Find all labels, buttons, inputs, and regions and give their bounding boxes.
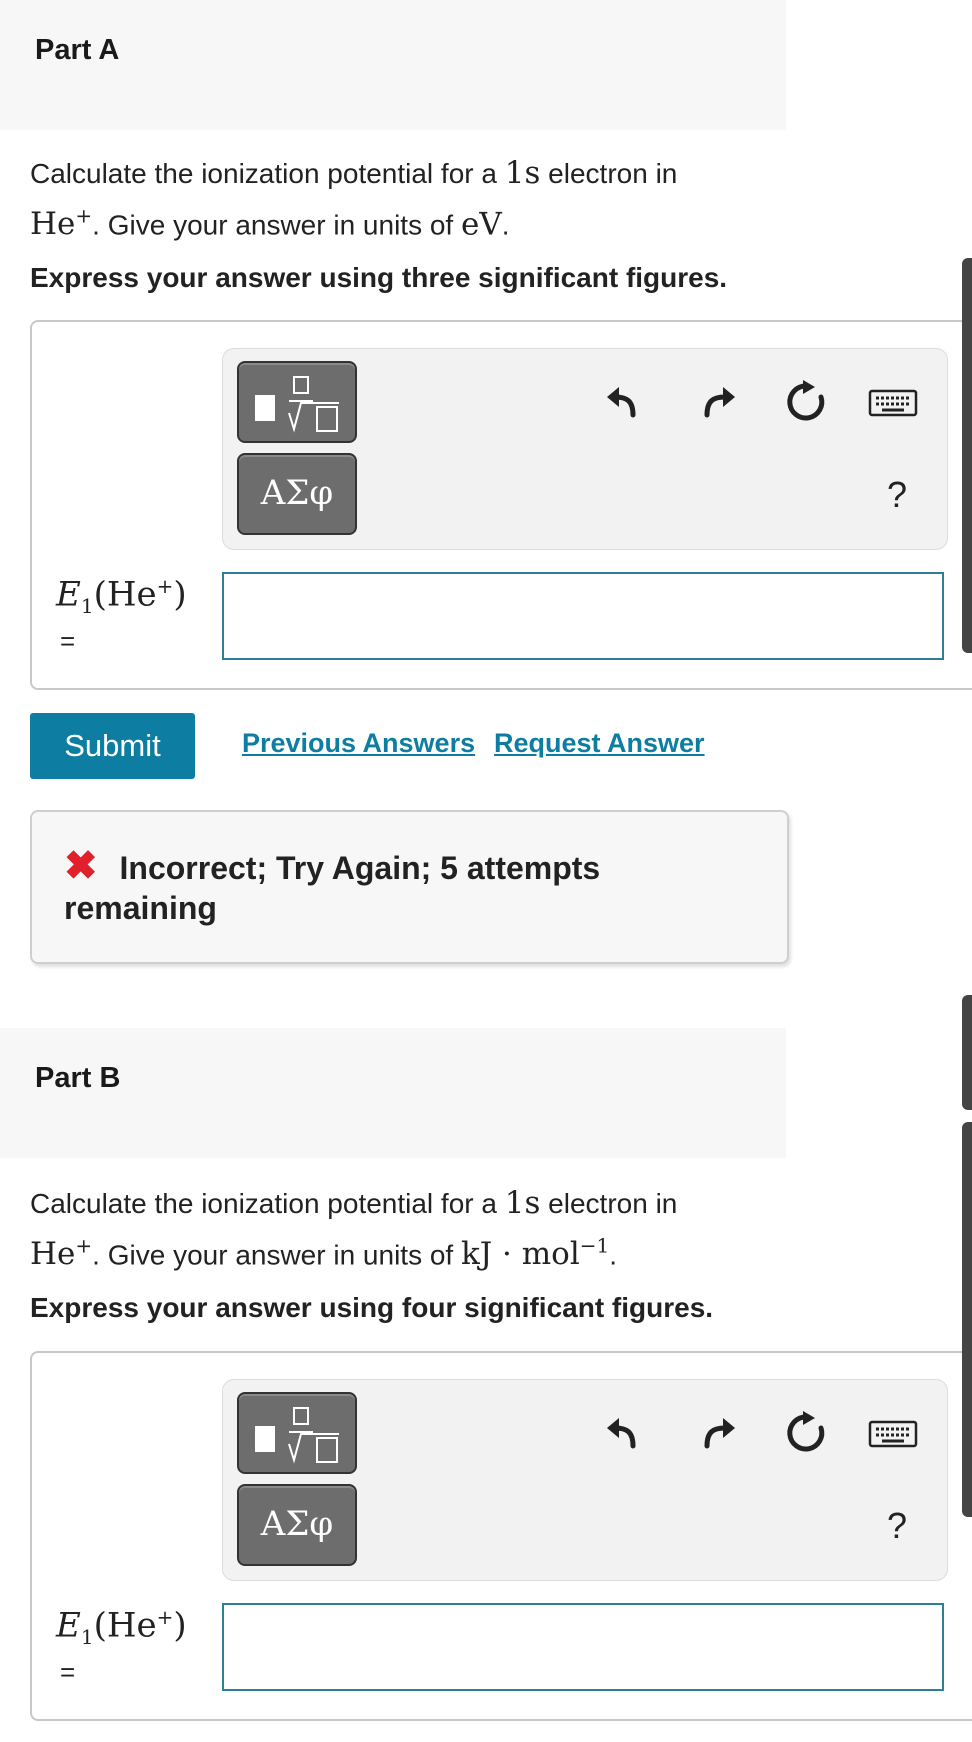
part-a-header: Part A	[0, 0, 786, 130]
part-a-instruction: Express your answer using three signific…	[30, 262, 728, 293]
part-a-question: Calculate the ionization potential for a…	[30, 155, 678, 243]
part-b-title: Part B	[35, 1062, 121, 1094]
x-mark-icon: ✖	[64, 844, 98, 888]
part-a-equals: =	[60, 626, 76, 656]
part-b-instruction: Express your answer using four significa…	[30, 1292, 714, 1323]
part-a-answer-box: ΑΣφ ? E1(He+) =	[30, 320, 972, 690]
submit-button[interactable]: Submit	[30, 713, 195, 779]
part-a-title: Part A	[35, 34, 120, 66]
templates-button[interactable]	[237, 1392, 357, 1474]
part-b-question: Calculate the ionization potential for a…	[30, 1185, 678, 1273]
previous-answers-link[interactable]: Previous Answers	[242, 728, 475, 759]
side-panel-edge	[962, 1122, 972, 1517]
fraction-root-icon	[255, 376, 339, 433]
part-b-answer-input[interactable]	[222, 1603, 944, 1691]
part-b-variable-label: E1(He+)	[56, 1605, 187, 1650]
feedback-panel: ✖ Incorrect; Try Again; 5 attempts remain…	[30, 810, 789, 964]
redo-icon[interactable]	[693, 379, 739, 425]
reset-icon[interactable]	[783, 379, 829, 425]
greek-symbols-button[interactable]: ΑΣφ	[237, 1484, 357, 1566]
part-a-toolbar: ΑΣφ ?	[222, 348, 948, 550]
part-a-variable-label: E1(He+)	[56, 574, 187, 619]
undo-icon[interactable]	[603, 1410, 649, 1456]
request-answer-link[interactable]: Request Answer	[494, 728, 705, 759]
redo-icon[interactable]	[693, 1410, 739, 1456]
greek-symbols-button[interactable]: ΑΣφ	[237, 453, 357, 535]
part-a-answer-input[interactable]	[222, 572, 944, 660]
keyboard-icon[interactable]	[868, 379, 918, 425]
feedback-text: Incorrect; Try Again; 5 attempts remaini…	[64, 850, 601, 926]
keyboard-icon[interactable]	[868, 1410, 918, 1456]
fraction-root-icon	[255, 1407, 339, 1464]
help-button[interactable]: ?	[887, 474, 907, 516]
undo-icon[interactable]	[603, 379, 649, 425]
side-panel-edge	[962, 995, 972, 1110]
help-button[interactable]: ?	[887, 1505, 907, 1547]
side-panel-edge	[962, 258, 972, 653]
part-b-equals: =	[60, 1657, 76, 1687]
part-b-toolbar: ΑΣφ ?	[222, 1379, 948, 1581]
templates-button[interactable]	[237, 361, 357, 443]
reset-icon[interactable]	[783, 1410, 829, 1456]
part-b-header: Part B	[0, 1028, 786, 1158]
part-b-answer-box: ΑΣφ ? E1(He+) =	[30, 1351, 972, 1721]
